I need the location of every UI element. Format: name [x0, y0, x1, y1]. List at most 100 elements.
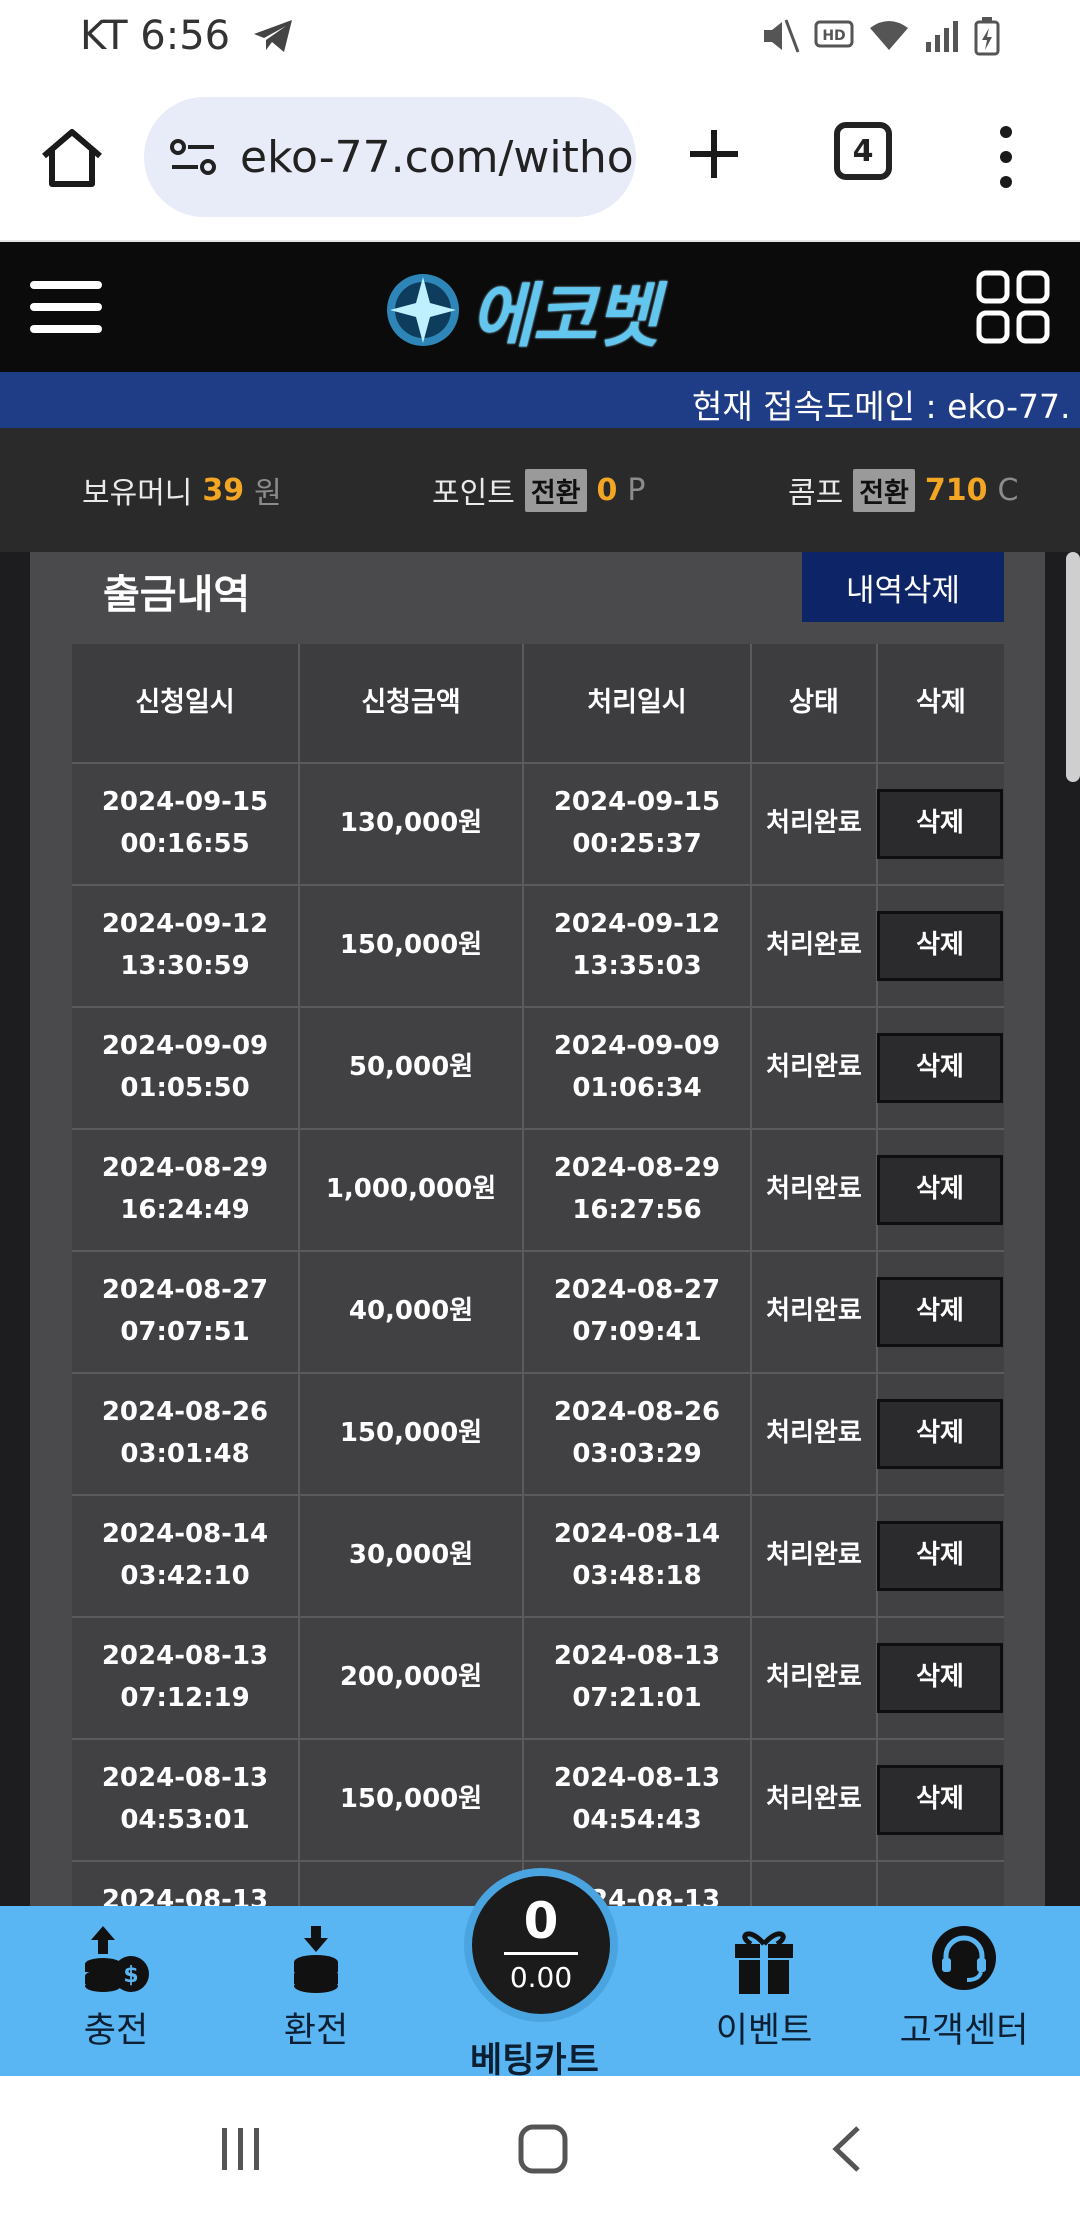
status-cell: 처리완료: [752, 1130, 878, 1250]
delete-cell: 삭제: [877, 1252, 1004, 1372]
processed-datetime-cell: 2024-08-14 03:48:18: [524, 1496, 752, 1616]
delete-row-button[interactable]: 삭제: [877, 1521, 1003, 1591]
delete-cell: 삭제: [877, 1496, 1004, 1616]
request-date: 2024-08-13: [101, 1885, 269, 1906]
amount-cell: 200,000원: [300, 1618, 524, 1738]
processed-datetime-cell: 2024-08-27 07:09:41: [524, 1252, 752, 1372]
address-bar[interactable]: eko-77.com/witho: [144, 97, 636, 217]
page-title: 출금내역: [103, 572, 251, 618]
more-icon[interactable]: [990, 122, 1022, 192]
delete-row-button[interactable]: 삭제: [877, 1033, 1003, 1103]
betting-cart-button[interactable]: 0 0.00: [464, 1868, 618, 2022]
processed-date: 2024-08-29: [553, 1153, 721, 1184]
status-cell: 처리완료: [752, 1496, 878, 1616]
delete-cell: 삭제: [877, 1618, 1004, 1738]
status-cell: 처리완료: [752, 1618, 878, 1738]
request-date: 2024-08-13: [101, 1641, 269, 1672]
headset-icon: [932, 1926, 996, 1990]
request-date: 2024-08-13: [101, 1763, 269, 1794]
mute-icon: [764, 19, 800, 53]
delete-all-history-button[interactable]: 내역삭제: [802, 552, 1004, 622]
comp-balance: 콤프 전환 710 C: [788, 468, 1018, 512]
request-time: 00:16:55: [120, 829, 250, 859]
amount-cell: 150,000원: [300, 1374, 524, 1494]
delete-row-button[interactable]: 삭제: [877, 1155, 1003, 1225]
table-row: 2024-08-29 16:24:49 1,000,000원 2024-08-29 16…: [72, 1130, 1004, 1252]
table-row: 2024-09-12 13:30:59 150,000원 2024-09-12 13:3…: [72, 886, 1004, 1008]
comp-value: 710: [924, 472, 988, 508]
telegram-icon: [254, 20, 293, 52]
table-header: 신청일시 신청금액 처리일시 상태 삭제: [72, 644, 1004, 764]
delete-row-button[interactable]: 삭제: [877, 1399, 1003, 1469]
tab-switcher-button[interactable]: 4: [834, 122, 892, 180]
signal-icon: [926, 21, 958, 52]
nav-event-label: 이벤트: [715, 2011, 813, 2051]
request-datetime-cell: 2024-08-29 16:24:49: [72, 1130, 300, 1250]
status-bar: KT 6:56 HD: [0, 0, 1080, 72]
money-label: 보유머니: [82, 476, 193, 511]
request-time: 04:53:01: [120, 1805, 250, 1835]
carrier-time: KT 6:56: [80, 13, 294, 59]
status-cell: 처리완료: [752, 1252, 878, 1372]
request-date: 2024-09-09: [101, 1031, 269, 1062]
scrollbar-thumb[interactable]: [1066, 552, 1080, 782]
nav-charge[interactable]: $ 충전: [36, 1924, 196, 2053]
back-icon[interactable]: [826, 2124, 866, 2174]
processed-date: 2024-08-13: [553, 1763, 721, 1794]
request-datetime-cell: 2024-08-26 03:01:48: [72, 1374, 300, 1494]
column-header-amount: 신청금액: [300, 644, 524, 762]
delete-row-button[interactable]: 삭제: [877, 1643, 1003, 1713]
point-convert-button[interactable]: 전환: [524, 468, 587, 512]
request-time: 16:24:49: [120, 1195, 250, 1225]
site-logo[interactable]: 에코벳: [384, 270, 659, 357]
table-row: 2024-09-15 00:16:55 130,000원 2024-09-15 00:2…: [72, 764, 1004, 886]
nav-exchange[interactable]: 환전: [236, 1924, 396, 2053]
processed-date: 2024-08-26: [553, 1397, 721, 1428]
table-row: 2024-08-26 03:01:48 150,000원 2024-08-26 03:0…: [72, 1374, 1004, 1496]
nav-event[interactable]: 이벤트: [684, 1924, 844, 2053]
delete-row-button[interactable]: 삭제: [877, 1277, 1003, 1347]
request-date: 2024-08-27: [101, 1275, 269, 1306]
amount-cell: 150,000원: [300, 1740, 524, 1860]
comp-label: 콤프: [788, 476, 844, 511]
processed-datetime-cell: 2024-08-29 16:27:56: [524, 1130, 752, 1250]
request-time: 13:30:59: [120, 951, 250, 981]
plus-icon[interactable]: [684, 124, 744, 184]
system-navigation-bar: [0, 2076, 1080, 2220]
recent-apps-icon[interactable]: [218, 2126, 264, 2172]
delete-row-button[interactable]: 삭제: [877, 789, 1003, 859]
hamburger-icon[interactable]: [30, 277, 102, 337]
request-date: 2024-09-15: [101, 787, 269, 818]
status-cell: 처리완료: [752, 886, 878, 1006]
table-row: 2024-09-09 01:05:50 50,000원 2024-09-09 01:06…: [72, 1008, 1004, 1130]
carrier-time-text: KT 6:56: [80, 13, 231, 59]
processed-datetime-cell: 2024-08-13 07:21:01: [524, 1618, 752, 1738]
home-nav-icon[interactable]: [518, 2124, 568, 2174]
column-header-status: 상태: [752, 644, 878, 762]
content-area[interactable]: 출금내역 내역삭제 신청일시 신청금액 처리일시 상태 삭제 2024-09-1…: [0, 552, 1080, 1906]
hd-icon: HD: [814, 20, 854, 48]
delete-row-button[interactable]: 삭제: [877, 1765, 1003, 1835]
request-datetime-cell: 2024-08-13 07:12:19: [72, 1618, 300, 1738]
cart-amount: 0.00: [509, 1961, 573, 1994]
cart-divider: [504, 1952, 578, 1955]
comp-convert-button[interactable]: 전환: [853, 468, 915, 512]
grid-icon[interactable]: [976, 270, 1050, 344]
processed-date: 2024-08-14: [553, 1519, 721, 1550]
processed-datetime-cell: 2024-09-09 01:06:34: [524, 1008, 752, 1128]
request-time: 07:12:19: [120, 1683, 250, 1713]
home-icon[interactable]: [38, 124, 106, 192]
gift-icon: [735, 1931, 793, 1994]
site-header: 에코벳: [0, 242, 1080, 372]
site-info-icon[interactable]: [168, 135, 218, 179]
request-time: 01:05:50: [120, 1073, 250, 1103]
status-cell: 처리완료: [752, 1008, 878, 1128]
comp-unit: C: [997, 472, 1019, 508]
nav-support[interactable]: 고객센터: [884, 1924, 1044, 2053]
processed-time: 00:25:37: [572, 829, 702, 859]
point-value: 0: [596, 472, 618, 508]
request-datetime-cell: 2024-08-27 07:07:51: [72, 1252, 300, 1372]
processed-date: 2024-08-13: [553, 1641, 721, 1672]
delete-row-button[interactable]: 삭제: [877, 911, 1003, 981]
delete-cell: 삭제: [877, 1374, 1004, 1494]
